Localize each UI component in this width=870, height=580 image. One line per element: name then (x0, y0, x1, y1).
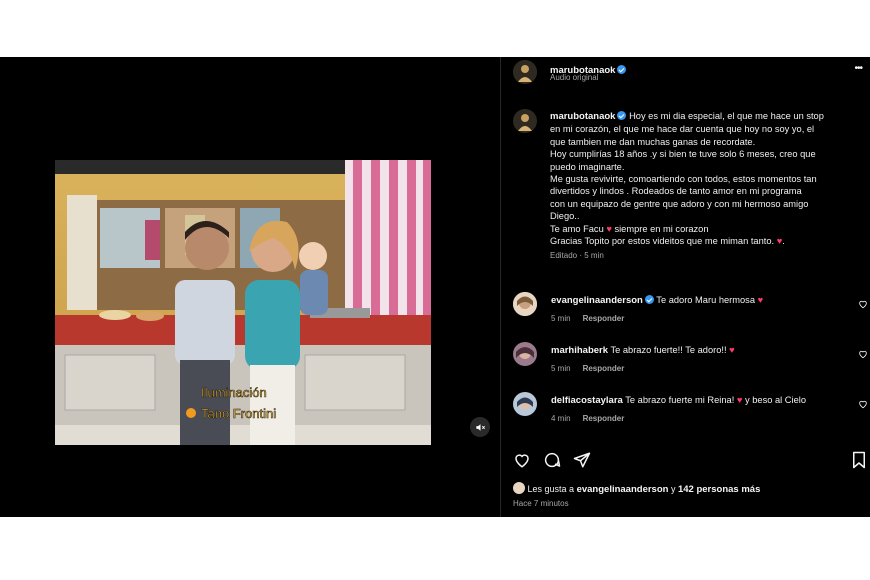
caption-line: con un equipazo de gentre que adoro y co… (550, 198, 809, 209)
caption-avatar[interactable] (513, 109, 537, 133)
comment-time: 5 min (551, 364, 571, 373)
comment-avatar[interactable] (513, 342, 537, 366)
heart-icon[interactable] (858, 399, 868, 409)
comment-body: Te adoro Maru hermosa (656, 295, 755, 305)
avatar-image (513, 342, 537, 366)
comment-body: y beso al Cielo (745, 395, 806, 405)
caption-line: divertidos y lindos . Rodeados de tanto … (550, 186, 802, 197)
heart-emoji-icon: ♥ (776, 236, 783, 247)
likes-middle: y (670, 484, 676, 494)
comment-meta: 5 min Responder (551, 314, 636, 323)
caption-line: Diego.. (550, 211, 580, 222)
video-frame[interactable]: Iluminación Tano Frontini (55, 160, 431, 445)
comment-item: marhihaberk Te abrazo fuerte!! Te adoro!… (513, 342, 868, 379)
instagram-post: Iluminación Tano Frontini marubotanaok A… (0, 57, 870, 517)
comment-avatar[interactable] (513, 392, 537, 416)
likes-prefix: Les gusta a (527, 484, 575, 494)
avatar-image (513, 60, 537, 84)
comment-time: 4 min (551, 414, 571, 423)
caption-line: Me gusta revivirte, comoartiendo con tod… (550, 174, 817, 185)
comment-username[interactable]: marhihaberk (551, 345, 608, 356)
caption-line: Hoy cumplirías 18 años .y si bien te tuv… (550, 149, 816, 160)
heart-emoji-icon: ♥ (757, 295, 764, 305)
caption-line: Hoy es mi dia especial, el que me hace u… (629, 111, 824, 121)
avatar[interactable] (513, 60, 537, 84)
bookmark-icon[interactable] (851, 451, 867, 469)
reply-button[interactable]: Responder (583, 364, 625, 373)
avatar-image (513, 292, 537, 316)
caption-edited: Editado · 5 min (550, 251, 604, 261)
caption-text: marubotanaok Hoy es mi dia especial, el … (550, 110, 865, 263)
post-side-panel: marubotanaok Audio original ••• marubota… (500, 57, 870, 517)
more-icon[interactable]: ••• (854, 63, 862, 74)
like-avatar (513, 482, 525, 494)
caption-line: puedo imaginarte. (550, 161, 625, 172)
verified-icon (617, 65, 627, 74)
caption-username[interactable]: marubotanaok (550, 111, 615, 122)
reply-button[interactable]: Responder (583, 414, 625, 423)
comment-body: Te abrazo fuerte!! Te adoro!! (610, 345, 727, 355)
comment-meta: 4 min Responder (551, 414, 636, 423)
mute-icon (475, 423, 485, 431)
mute-button[interactable] (470, 417, 490, 437)
caption-line: Te amo Facu (550, 223, 604, 234)
comment-icon[interactable] (543, 451, 561, 469)
comment-text: evangelinaanderson Te adoro Maru hermosa… (551, 295, 763, 306)
comment-time: 5 min (551, 314, 571, 323)
video-still: Iluminación Tano Frontini (55, 160, 431, 445)
video-pane[interactable]: Iluminación Tano Frontini (0, 57, 500, 517)
comment-item: delfiacostaylara Te abrazo fuerte mi Rei… (513, 392, 868, 429)
avatar-image (513, 109, 537, 133)
likes-count[interactable]: 142 personas más (678, 484, 760, 495)
comment-body: Te abrazo fuerte mi Reina! (625, 395, 735, 405)
caption-line: siempre en mi corazon (614, 223, 709, 234)
heart-emoji-icon: ♥ (606, 223, 612, 234)
comment-username[interactable]: evangelinaanderson (551, 295, 643, 306)
heart-emoji-icon: ♥ (736, 395, 743, 405)
caption-line: Gracias Topito por estos videitos que me… (550, 236, 775, 247)
verified-icon (617, 111, 627, 120)
heart-icon[interactable] (858, 299, 868, 309)
audio-label[interactable]: Audio original (550, 73, 598, 82)
caption-line: en mi corazón, el que me hace dar cuenta… (550, 124, 815, 135)
comment-text: marhihaberk Te abrazo fuerte!! Te adoro!… (551, 345, 735, 356)
comment-item: evangelinaanderson Te adoro Maru hermosa… (513, 292, 868, 329)
heart-icon[interactable] (858, 349, 868, 359)
video-overlay-line1: Iluminación (201, 385, 267, 400)
likes-summary[interactable]: Les gusta a evangelinaanderson y 142 per… (513, 482, 760, 495)
verified-icon (644, 295, 654, 304)
video-overlay-line2: Tano Frontini (201, 406, 276, 421)
avatar-image (513, 392, 537, 416)
reply-button[interactable]: Responder (583, 314, 625, 323)
likes-user[interactable]: evangelinaanderson (577, 484, 669, 495)
share-icon[interactable] (573, 451, 591, 469)
comment-avatar[interactable] (513, 292, 537, 316)
like-heart-icon[interactable] (513, 451, 531, 469)
comment-text: delfiacostaylara Te abrazo fuerte mi Rei… (551, 395, 806, 406)
comment-meta: 5 min Responder (551, 364, 636, 373)
heart-emoji-icon: ♥ (729, 345, 735, 355)
post-time: Hace 7 minutos (513, 499, 569, 508)
comment-username[interactable]: delfiacostaylara (551, 395, 623, 406)
caption-line: que tambien me dan muchas ganas de recor… (550, 136, 756, 147)
